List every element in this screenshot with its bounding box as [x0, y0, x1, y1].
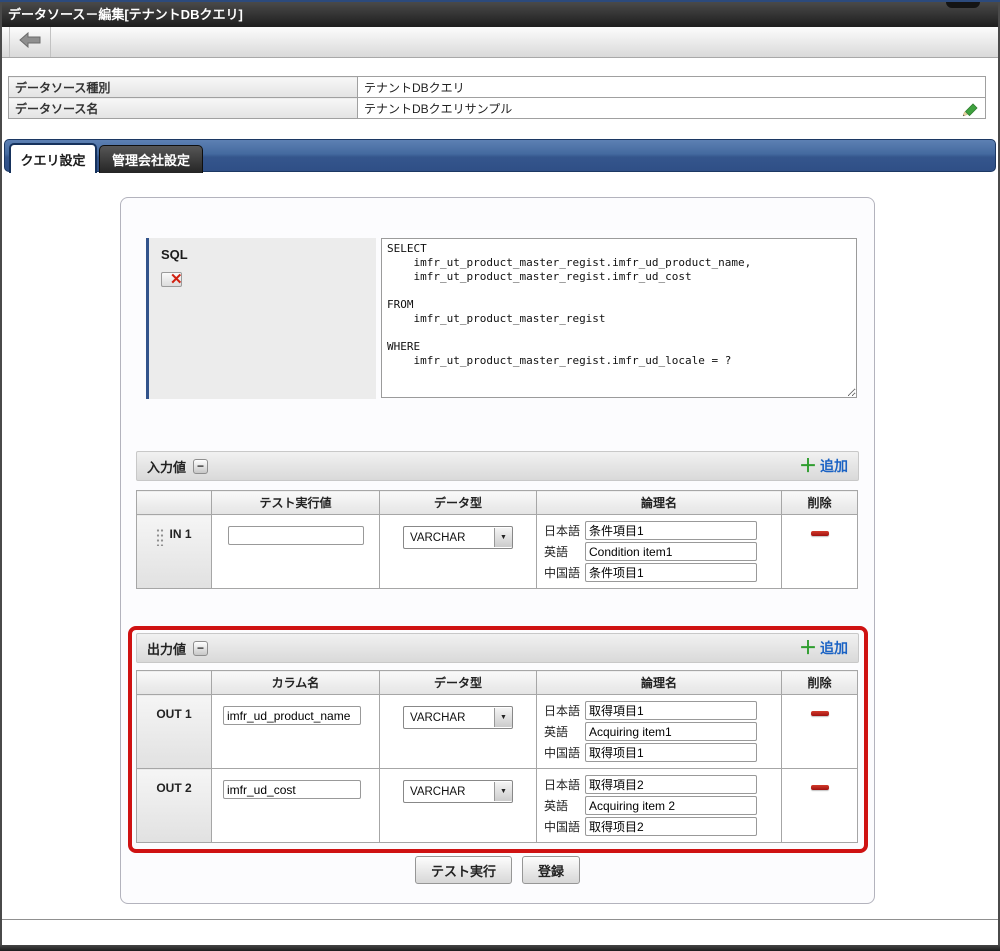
add-plus-icon: ＋	[799, 456, 817, 476]
page-title: データソース－編集[テナントDBクエリ]	[0, 2, 1000, 27]
register-button[interactable]: 登録	[522, 856, 581, 884]
header-test-value: テスト実行値	[211, 490, 380, 515]
column-name-cell	[211, 768, 380, 843]
table-row-out1: OUT 1 VARCHAR ▼ 日本語 英語	[136, 694, 858, 769]
dropdown-arrow-icon: ▼	[494, 782, 512, 801]
page-bottom-bar	[0, 945, 1000, 951]
delete-row-icon[interactable]	[810, 711, 829, 716]
header-empty	[136, 490, 212, 515]
page-left-border	[0, 2, 2, 951]
logical-name-en-input[interactable]	[585, 542, 757, 561]
data-type-select[interactable]: VARCHAR ▼	[403, 706, 513, 729]
data-type-select[interactable]: VARCHAR ▼	[403, 780, 513, 803]
data-type-cell: VARCHAR ▼	[379, 514, 537, 589]
query-settings-panel: SQL ✕ SELECT imfr_ut_product_master_regi…	[120, 197, 875, 904]
sql-label: SQL	[161, 247, 188, 262]
toolbar	[2, 27, 998, 58]
datasource-name-value: テナントDBクエリサンプル	[357, 97, 986, 121]
delete-row-icon[interactable]	[810, 531, 829, 536]
column-name-cell	[211, 694, 380, 769]
logical-name-cell: 日本語 英語 中国語	[536, 768, 782, 843]
table-row-out2: OUT 2 VARCHAR ▼ 日本語 英語	[136, 768, 858, 843]
sql-label-cell: SQL ✕	[146, 238, 376, 399]
edit-pencil-icon[interactable]	[961, 100, 979, 121]
logical-name-en-input[interactable]	[585, 796, 757, 815]
table-row: データソース名 テナントDBクエリサンプル	[8, 97, 986, 121]
dropdown-arrow-icon: ▼	[494, 528, 512, 547]
header-logical-name: 論理名	[536, 490, 782, 515]
titlebar-notch	[946, 2, 980, 8]
header-column-name: カラム名	[211, 670, 380, 695]
data-type-cell: VARCHAR ▼	[379, 768, 537, 843]
logical-name-zh-input[interactable]	[585, 817, 757, 836]
back-arrow-icon	[19, 31, 41, 53]
input-values-title: 入力値	[147, 459, 187, 475]
data-type-select[interactable]: VARCHAR ▼	[403, 526, 513, 549]
data-type-cell: VARCHAR ▼	[379, 694, 537, 769]
input-values-table: テスト実行値 データ型 論理名 削除 IN 1 VARCHAR ▼ 日本語 条件…	[136, 490, 858, 589]
header-empty	[136, 670, 212, 695]
row-label-out1: OUT 1	[136, 694, 212, 769]
table-row: データソース種別 テナントDBクエリ	[8, 76, 986, 98]
column-name-input[interactable]	[223, 780, 361, 799]
column-name-input[interactable]	[223, 706, 361, 725]
tab-management-company-settings[interactable]: 管理会社設定	[99, 145, 203, 173]
tab-bar: クエリ設定 管理会社設定	[4, 139, 996, 173]
datasource-type-value: テナントDBクエリ	[357, 76, 986, 98]
header-data-type: データ型	[379, 670, 537, 695]
toolbar-divider	[50, 27, 51, 57]
datasource-info-table: データソース種別 テナントDBクエリ データソース名 テナントDBクエリサンプル	[8, 76, 986, 119]
sql-textarea[interactable]: SELECT imfr_ut_product_master_regist.imf…	[381, 238, 857, 398]
drag-handle-icon[interactable]	[156, 528, 165, 546]
logical-name-zh-input[interactable]	[585, 563, 757, 582]
logical-name-ja-input[interactable]	[585, 701, 757, 720]
input-values-section-header: 入力値 − ＋ 追加	[136, 451, 859, 481]
row-label-out2: OUT 2	[136, 768, 212, 843]
add-input-row-button[interactable]: ＋ 追加	[799, 456, 848, 476]
test-value-input[interactable]	[227, 526, 364, 545]
header-logical-name: 論理名	[536, 670, 782, 695]
logical-name-cell: 日本語 英語 中国語	[536, 514, 782, 589]
table-header-row: カラム名 データ型 論理名 削除	[136, 670, 858, 695]
footer-divider	[2, 919, 998, 920]
logical-name-en-input[interactable]	[585, 722, 757, 741]
logical-name-ja-input[interactable]	[585, 521, 757, 540]
page-title-text: データソース－編集[テナントDBクエリ]	[8, 7, 243, 22]
output-values-section-header: 出力値 − ＋ 追加	[136, 633, 859, 663]
datasource-name-label: データソース名	[8, 97, 358, 119]
tab-query-settings[interactable]: クエリ設定	[9, 143, 97, 173]
table-header-row: テスト実行値 データ型 論理名 削除	[136, 490, 858, 515]
collapse-input-section-button[interactable]: −	[193, 458, 209, 474]
delete-cell	[781, 694, 858, 769]
logical-name-ja-input[interactable]	[585, 775, 757, 794]
logical-name-cell: 日本語 英語 中国語	[536, 694, 782, 769]
header-delete: 削除	[781, 670, 858, 695]
row-label-in1: IN 1	[136, 514, 212, 589]
datasource-type-label: データソース種別	[8, 76, 358, 98]
action-buttons: テスト実行 登録	[121, 856, 874, 884]
add-plus-icon: ＋	[799, 638, 817, 658]
test-value-cell	[211, 514, 380, 589]
header-delete: 削除	[781, 490, 858, 515]
output-values-title: 出力値	[147, 641, 187, 657]
add-output-row-button[interactable]: ＋ 追加	[799, 638, 848, 658]
header-data-type: データ型	[379, 490, 537, 515]
delete-row-icon[interactable]	[810, 785, 829, 790]
delete-cell	[781, 768, 858, 843]
output-values-table: カラム名 データ型 論理名 削除 OUT 1 VARCHAR ▼	[136, 670, 858, 843]
delete-cell	[781, 514, 858, 589]
dropdown-arrow-icon: ▼	[494, 708, 512, 727]
back-button[interactable]	[10, 30, 50, 54]
test-run-button[interactable]: テスト実行	[414, 856, 512, 884]
output-values-highlight-box: 出力値 − ＋ 追加 カラム名 データ型 論理名 削除 OUT 1 imfr_u…	[128, 626, 868, 853]
sql-clear-icon[interactable]: ✕	[161, 272, 187, 290]
logical-name-zh-input[interactable]	[585, 743, 757, 762]
collapse-output-section-button[interactable]: −	[193, 640, 209, 656]
table-row-in1: IN 1 VARCHAR ▼ 日本語 英語	[136, 514, 858, 589]
